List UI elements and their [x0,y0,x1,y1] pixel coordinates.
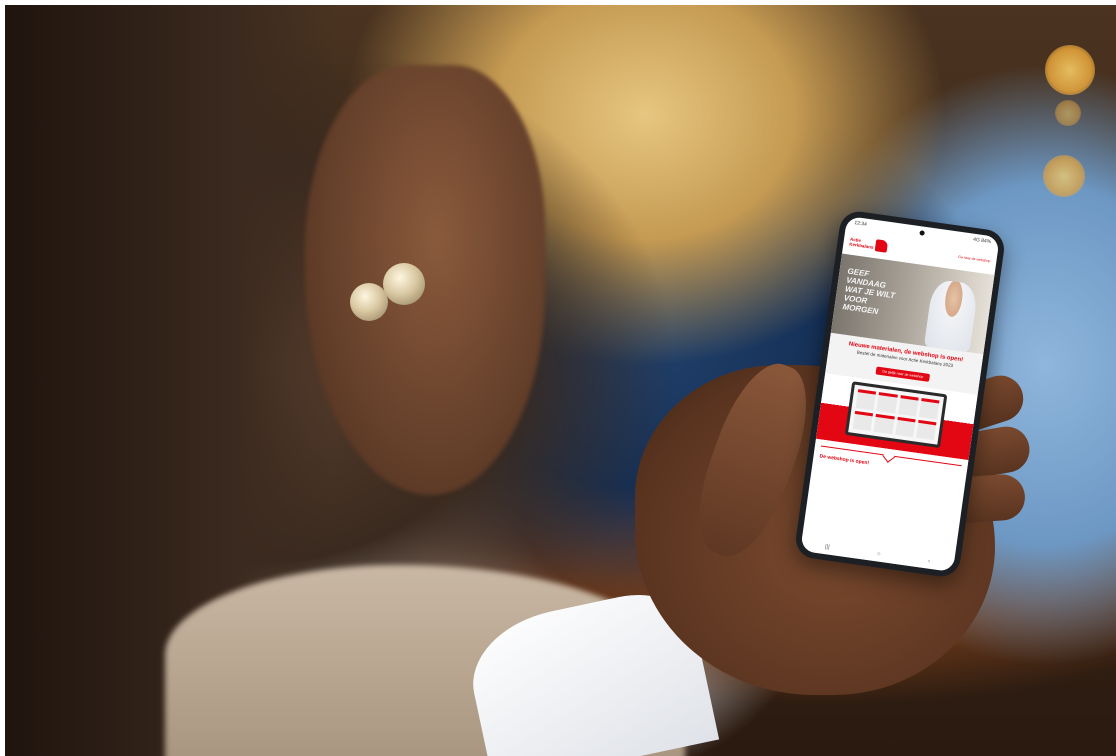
bokeh-light [1045,45,1095,95]
photo-frame: 12:34 4G 84% Actie Kerkbalans Ga naar de… [5,5,1116,756]
thumbs-up-icon [874,239,889,253]
status-time: 12:34 [853,220,868,228]
hero-person [923,278,979,353]
product-tile [897,395,919,416]
product-tile [876,392,898,413]
bokeh-light [1055,100,1081,126]
product-tile [852,410,874,432]
product-tile [915,419,937,441]
brand-logo[interactable]: Actie Kerkbalans [849,236,889,253]
chalkboard-text: GEEF VANDAAG WAT JE WILT VOOR MORGEN [841,266,896,317]
product-tile [918,398,940,419]
laptop-illustration [844,381,948,449]
earring [350,283,388,321]
laptop-screen [848,384,944,445]
webshop-link[interactable]: Ga naar de webshop [958,255,991,263]
logo-text-block: Actie Kerkbalans [849,237,874,250]
product-tile [894,416,916,438]
status-icons: 4G 84% [972,236,992,246]
bokeh-light [1043,155,1085,197]
recent-apps-icon[interactable]: ||| [824,544,829,551]
home-icon[interactable]: ○ [877,551,881,557]
earring [383,263,425,305]
product-tile [855,389,877,411]
back-icon[interactable]: ‹ [928,559,931,565]
webshop-button[interactable]: Ga gelijk naar de webshop [875,366,930,382]
product-tile [873,413,895,435]
